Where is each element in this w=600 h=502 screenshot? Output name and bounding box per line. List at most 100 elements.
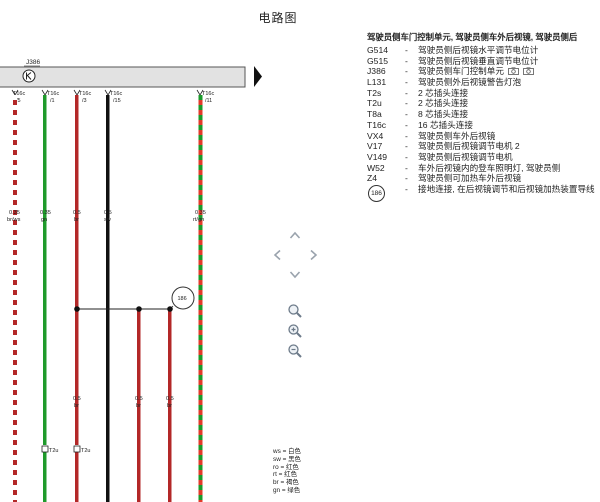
pan-navigation [270,228,322,280]
wire-sw[interactable] [106,95,110,502]
legend-item: W52 - 车外后视镜内的登车照明灯, 驾驶员侧 [367,163,600,174]
legend-item: Z4 - 驾驶员侧可加热车外后视镜 [367,173,600,184]
connector-pin-3: /3 [82,98,87,104]
legend-panel: 驾驶员侧车门控制单元, 驾驶员侧车外后视镜, 驾驶员侧后 G514- 驾驶员侧后视… [367,31,600,202]
legend-desc: 驾驶员侧后视镜调节电机 [418,151,513,162]
junction-dot-3 [167,306,173,312]
zoom-fit-icon[interactable] [287,303,303,319]
legend-dash: - [405,98,408,109]
connector-label-2: T16c [47,91,59,97]
wire-labels-top: 0.35 br/ws 0.35 gn 0.5 br 0.5 sw 0.35 rt… [7,210,206,223]
control-unit-symbol [22,69,36,83]
legend-desc: 2 芯插头连接 [418,98,469,109]
wire-br-ws[interactable] [13,95,17,502]
chevron-right-icon[interactable] [307,248,321,262]
lower-wire-size-2: 0.5 [135,396,143,402]
connector-label-4: T16c [110,91,122,97]
wire-size-4: 0.5 [104,210,112,216]
camera-icon[interactable] [508,67,519,76]
legend-dash: - [405,173,408,184]
wire-size-5: 0.35 [195,210,206,216]
wire-br-1[interactable] [75,95,79,445]
legend-item: T8a -8 芯插头连接 [367,109,600,120]
legend-item: G514 - 驾驶员侧后视镜水平调节电位计 [367,45,600,56]
legend-desc: 接地连接, 在后视镜调节和后视镜加热装置导线 [418,183,595,194]
legend-desc-with-icons: 驾驶员侧车门控制单元 [418,66,534,77]
legend-desc: 驾驶员侧可加热车外后视镜 [418,173,522,184]
legend-dash: - [405,66,408,77]
legend-item: J386 - 驾驶员侧车门控制单元 [367,66,600,77]
chevron-up-icon[interactable] [288,228,302,242]
ground-point-label: 186 [178,296,187,302]
legend-desc: 驾驶员侧车门控制单元 [418,66,504,77]
legend-desc: 驾驶员侧后视镜垂直调节电位计 [418,55,539,66]
connector-label-3: T16c [79,91,91,97]
legend-code: L131 [367,77,387,88]
legend-desc: 16 芯插头连接 [418,119,473,130]
legend-dash: - [405,109,408,120]
wire-br-lower[interactable] [75,452,79,502]
legend-desc: 车外后视镜内的登车照明灯, 驾驶员侧 [418,162,561,173]
wire-gn-lower[interactable] [43,452,47,502]
legend-dash: - [405,45,408,55]
junction-dot-2 [136,306,142,312]
legend-desc: 2 芯插头连接 [418,87,469,98]
wire-color-4: sw [104,217,112,223]
chevron-down-icon[interactable] [288,268,302,282]
legend-item: V149 - 驾驶员侧后视镜调节电机 [367,152,600,163]
legend-dash: - [405,162,408,173]
legend-dash: - [405,87,408,98]
legend-code: G515 [367,55,389,66]
legend-item: V17 - 驾驶员侧后视镜调节电机 2 [367,141,600,152]
legend-desc: 驾驶员侧车外后视镜 [418,130,496,141]
wire-size-3: 0.5 [73,210,81,216]
legend-code: VX4 [367,130,384,141]
legend-desc: 驾驶员侧外后视镜警告灯泡 [418,77,522,88]
legend-ground-code: 186 [368,184,385,202]
wire-color-5: rt/gn [193,217,204,223]
legend-desc: 驾驶员侧后视镜水平调节电位计 [418,45,539,55]
lower-wire-color-2: br [136,403,141,409]
zoom-out-icon[interactable] [287,343,303,359]
connector-label-5: T16c [202,91,214,97]
bottom-connector-2-label: T2u [81,448,90,454]
connector-pin-2: /1 [50,98,55,104]
legend-item: L131 - 驾驶员侧外后视镜警告灯泡 [367,77,600,88]
legend-code: W52 [367,162,385,173]
camera-icon[interactable] [523,67,534,76]
connector-pin-5: /11 [205,98,212,104]
zoom-in-icon[interactable] [287,323,303,339]
color-key-item: gn = 绿色 [273,486,301,494]
wire-color-3: br [74,217,79,223]
wire-color-1: br/ws [7,217,21,223]
wire-size-2: 0.35 [40,210,51,216]
color-key-item: sw = 黑色 [273,455,301,463]
lower-wire-size-1: 0.5 [73,396,81,402]
junction-dot-1 [74,306,80,312]
legend-desc: 驾驶员侧后视镜调节电机 2 [418,141,520,152]
chevron-left-icon[interactable] [270,248,284,262]
legend-code: T16c [367,119,387,130]
wire-color-key: ws = 白色 sw = 黑色 ro = 红色 rt = 红色 br = 褐色 … [273,448,301,495]
lower-wire-color-3: br [167,403,172,409]
lower-wire-color-1: br [74,403,79,409]
wire-gn[interactable] [43,95,47,445]
legend-item-ground: 186 - 接地连接, 在后视镜调节和后视镜加热装置导线 [367,183,600,202]
legend-code: T2s [367,87,382,98]
legend-dash: - [405,119,408,130]
legend-code: V17 [367,141,383,152]
color-key-item: br = 褐色 [273,479,299,487]
legend-item: G515 - 驾驶员侧后视镜垂直调节电位计 [367,56,600,67]
wire-rt-gn[interactable] [198,95,203,502]
legend-item: T16c -16 芯插头连接 [367,120,600,131]
legend-code: T8a [367,109,382,120]
lower-wire-size-3: 0.5 [166,396,174,402]
legend-item: T2u -2 芯插头连接 [367,98,600,109]
legend-code: Z4 [367,173,378,184]
legend-dash: - [405,130,408,141]
legend-item: T2s -2 芯插头连接 [367,88,600,99]
bottom-connector-1-label: T2u [49,448,58,454]
legend-dash: - [405,183,408,194]
legend-dash: - [405,77,408,88]
color-key-item: ws = 白色 [273,448,301,455]
